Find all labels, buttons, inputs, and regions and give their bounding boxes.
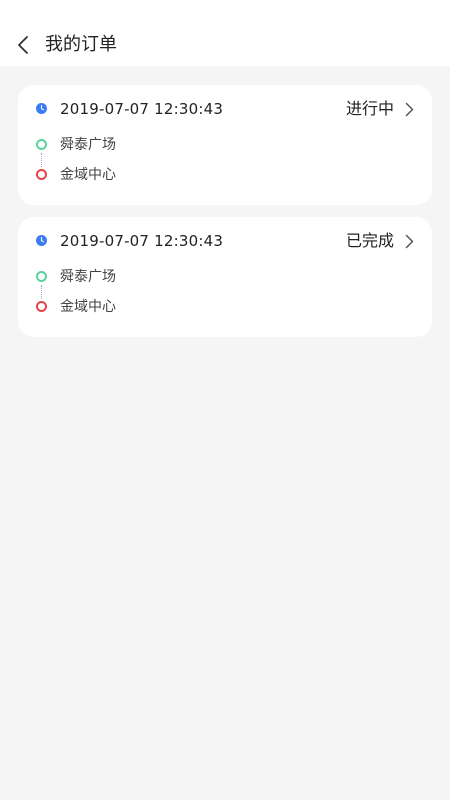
start-point-icon xyxy=(36,139,47,150)
end-point-icon xyxy=(36,301,47,312)
start-location: 舜泰广场 xyxy=(60,269,116,285)
app-root: 我的订单 2019-07-07 12:30:43 进行中 舜泰广场 金域中心 2… xyxy=(0,0,450,800)
back-button[interactable] xyxy=(10,30,36,60)
start-point-icon xyxy=(36,271,47,282)
order-status: 已完成 xyxy=(345,231,394,250)
route-line xyxy=(41,153,42,167)
order-status: 进行中 xyxy=(345,99,394,118)
header-bar: 我的订单 xyxy=(0,0,450,66)
clock-icon xyxy=(36,103,47,114)
end-location: 金域中心 xyxy=(60,167,116,183)
order-card[interactable]: 2019-07-07 12:30:43 进行中 舜泰广场 金域中心 xyxy=(18,85,432,205)
end-location: 金域中心 xyxy=(60,299,116,315)
route-line xyxy=(41,285,42,299)
chevron-right-icon xyxy=(405,102,414,117)
clock-icon xyxy=(36,235,47,246)
order-card[interactable]: 2019-07-07 12:30:43 已完成 舜泰广场 金域中心 xyxy=(18,217,432,337)
order-time: 2019-07-07 12:30:43 xyxy=(60,232,224,250)
start-location: 舜泰广场 xyxy=(60,137,116,153)
end-point-icon xyxy=(36,169,47,180)
order-time: 2019-07-07 12:30:43 xyxy=(60,100,224,118)
page-title: 我的订单 xyxy=(45,34,117,55)
chevron-right-icon xyxy=(405,234,414,249)
chevron-left-icon xyxy=(18,36,28,54)
